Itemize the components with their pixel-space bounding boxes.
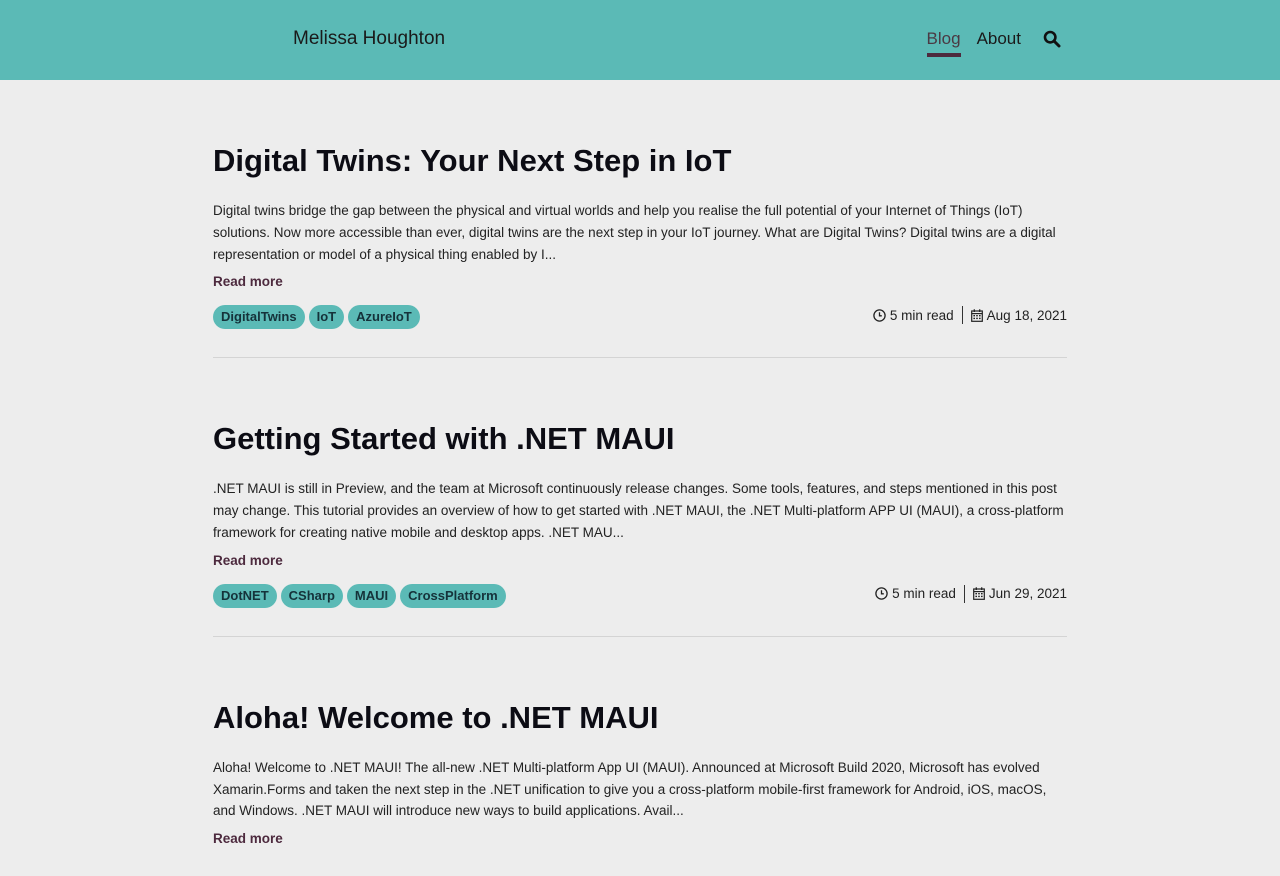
post-meta-row: DigitalTwins IoT AzureIoT 5 min read Aug… [213,305,1067,330]
tag-badge[interactable]: MAUI [346,583,397,608]
read-time: 5 min read [892,586,956,602]
read-time: 5 min read [889,307,954,323]
post-meta: 5 min read Jun 29, 2021 [875,584,1067,604]
clock-icon [875,587,888,601]
nav-about-link[interactable]: About [977,28,1021,53]
main-nav: Blog About [911,28,1061,58]
calendar-icon [970,309,983,322]
post-card: Aloha! Welcome to .NET MAUI Aloha! Welco… [213,637,1067,876]
post-title[interactable]: Getting Started with .NET MAUI [213,420,1067,458]
nav-blog-link[interactable]: Blog [926,28,961,57]
post-meta-row: DotNET CSharp MAUI CrossPlatform 5 min r… [213,583,1067,608]
post-meta: 5 min read Aug 18, 2021 [873,305,1067,325]
tag-badge[interactable]: CSharp [280,583,343,608]
calendar-icon [973,587,985,601]
meta-divider [963,584,965,603]
post-card: Getting Started with .NET MAUI .NET MAUI… [213,358,1067,637]
site-title-link[interactable]: Melissa Houghton [293,28,445,50]
clock-icon [873,309,886,322]
tag-badge[interactable]: CrossPlatform [400,583,506,608]
post-title[interactable]: Aloha! Welcome to .NET MAUI [213,699,1067,737]
post-date: Aug 18, 2021 [986,307,1067,323]
read-more-link[interactable]: Read more [213,274,283,289]
post-card: Digital Twins: Your Next Step in IoT Dig… [213,80,1067,359]
post-date: Jun 29, 2021 [988,586,1067,602]
post-excerpt: .NET MAUI is still in Preview, and the t… [213,481,1064,540]
read-more-link[interactable]: Read more [213,553,283,568]
meta-divider [961,306,963,325]
tag-badge[interactable]: IoT [308,305,345,330]
post-list: Digital Twins: Your Next Step in IoT Dig… [213,80,1067,876]
tag-badge[interactable]: AzureIoT [348,305,420,330]
post-excerpt: Aloha! Welcome to .NET MAUI! The all-new… [213,759,1047,819]
post-title[interactable]: Digital Twins: Your Next Step in IoT [213,142,1067,180]
tag-badge[interactable]: DigitalTwins [213,305,305,330]
site-header: Melissa Houghton Blog About [0,0,1280,80]
read-more-link[interactable]: Read more [213,831,283,846]
post-excerpt: Digital twins bridge the gap between the… [213,203,1056,262]
tag-badge[interactable]: DotNET [213,583,277,608]
search-icon[interactable] [1043,30,1061,50]
